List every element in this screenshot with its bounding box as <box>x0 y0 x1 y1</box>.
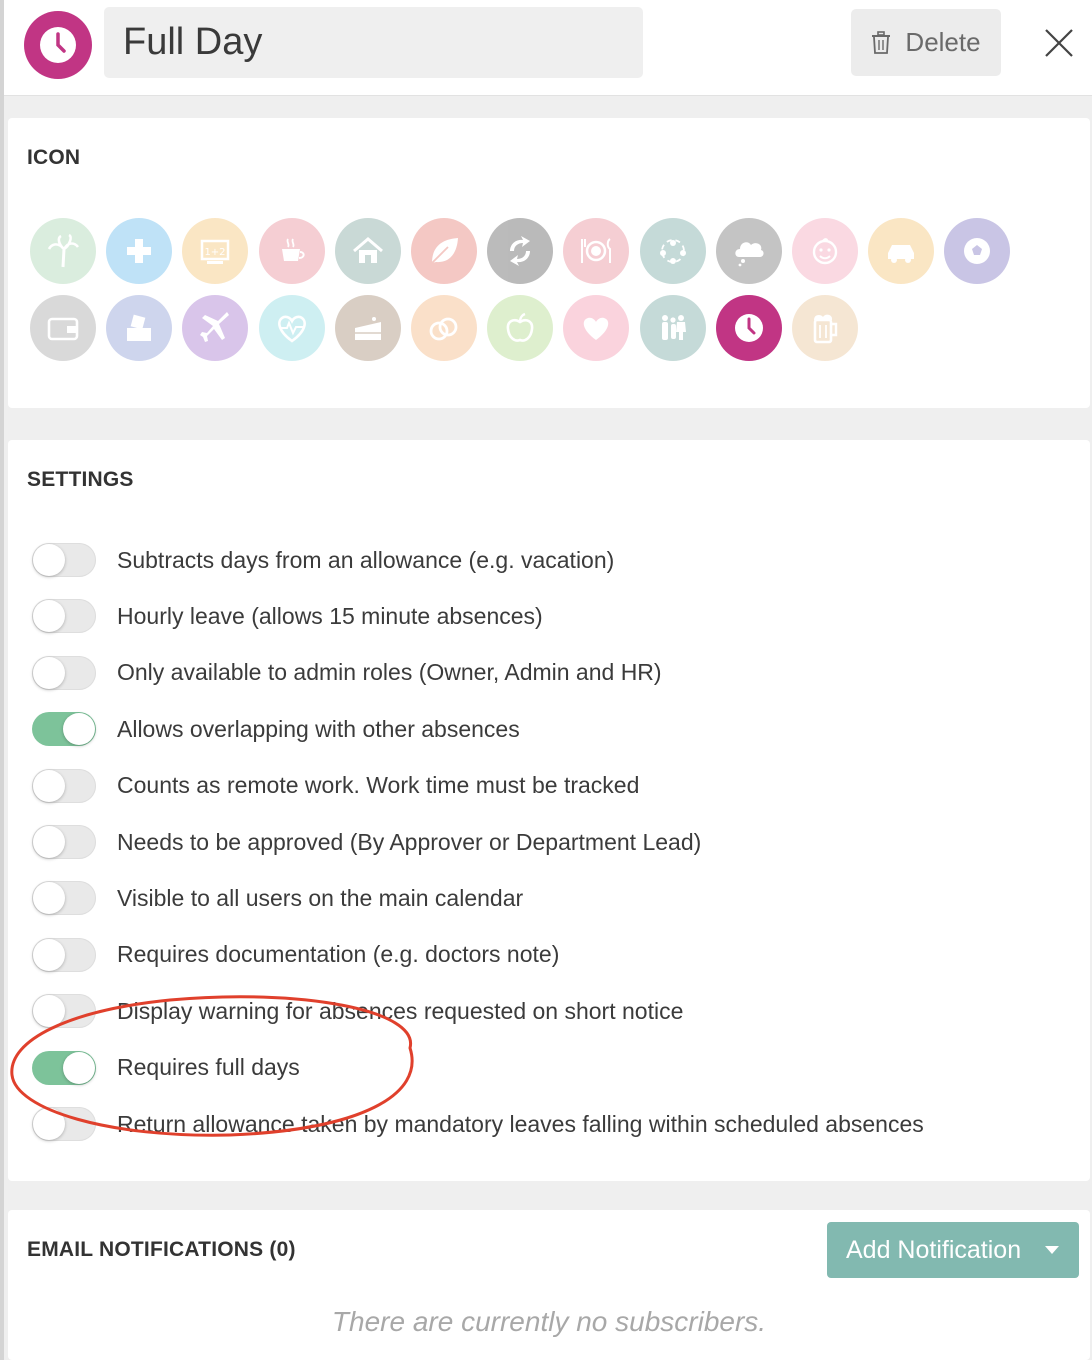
airplane-icon[interactable] <box>182 295 249 361</box>
baby-icon[interactable] <box>792 218 858 284</box>
setting-toggle[interactable] <box>32 655 96 690</box>
setting-label: Hourly leave (allows 15 minute absences) <box>117 602 543 629</box>
header-clock-icon[interactable] <box>24 11 92 79</box>
home-icon[interactable] <box>334 218 401 284</box>
setting-toggle[interactable] <box>32 1050 96 1085</box>
add-notification-button[interactable]: Add Notification <box>827 1222 1079 1278</box>
team-icon[interactable] <box>639 218 706 284</box>
heartbeat-icon[interactable] <box>258 295 325 361</box>
toggle-knob <box>33 938 65 971</box>
heart-icon[interactable] <box>563 295 630 361</box>
setting-label: Needs to be approved (By Approver or Dep… <box>117 828 702 855</box>
education-icon[interactable]: 1+2 <box>182 218 249 284</box>
toggle-knob <box>33 995 65 1028</box>
close-icon[interactable] <box>1040 24 1078 62</box>
medical-cross-icon[interactable] <box>106 218 173 284</box>
setting-row: Counts as remote work. Work time must be… <box>32 766 639 806</box>
setting-row: Display warning for absences requested o… <box>32 991 683 1031</box>
setting-toggle[interactable] <box>32 994 96 1029</box>
setting-label: Display warning for absences requested o… <box>117 997 684 1024</box>
setting-label: Requires documentation (e.g. doctors not… <box>117 941 560 968</box>
toggle-knob <box>33 826 65 858</box>
email-notifications-title: EMAIL NOTIFICATIONS (0) <box>27 1238 296 1261</box>
ballot-box-icon[interactable] <box>106 295 173 361</box>
delete-button[interactable]: Delete <box>851 9 1001 76</box>
setting-toggle[interactable] <box>32 543 96 577</box>
add-notification-label: Add Notification <box>846 1235 1022 1264</box>
beer-icon[interactable] <box>792 295 858 361</box>
icon-section-title: ICON <box>27 146 81 169</box>
setting-row: Requires full days <box>32 1048 300 1088</box>
panel-edge <box>0 0 4 1360</box>
cloud-icon[interactable] <box>715 218 782 284</box>
setting-label: Visible to all users on the main calenda… <box>117 884 524 911</box>
dining-icon[interactable] <box>563 218 630 284</box>
leaf-icon[interactable] <box>411 218 477 284</box>
settings-section: SETTINGS Subtracts days from an allowanc… <box>8 440 1090 1181</box>
email-notifications-section: EMAIL NOTIFICATIONS (0) Add Notification… <box>8 1210 1090 1360</box>
caret-down-icon <box>1045 1246 1059 1254</box>
toggle-knob <box>33 656 65 689</box>
toggle-knob <box>63 713 95 746</box>
setting-toggle[interactable] <box>32 599 96 634</box>
delete-label: Delete <box>905 27 981 57</box>
cake-icon[interactable] <box>334 295 401 361</box>
setting-label: Allows overlapping with other absences <box>117 715 520 742</box>
toggle-knob <box>33 1108 65 1140</box>
setting-row: Only available to admin roles (Owner, Ad… <box>32 653 662 693</box>
clock-icon[interactable] <box>715 295 782 361</box>
car-icon[interactable] <box>868 218 935 284</box>
setting-toggle[interactable] <box>32 881 96 916</box>
header: Full Day Delete <box>4 0 1092 96</box>
toggle-knob <box>63 1051 95 1084</box>
title-input[interactable]: Full Day <box>104 7 643 78</box>
family-icon[interactable] <box>639 295 706 361</box>
sync-icon[interactable] <box>487 218 554 284</box>
setting-row: Visible to all users on the main calenda… <box>32 878 523 918</box>
toggle-knob <box>33 600 65 633</box>
coffee-cup-icon[interactable] <box>258 218 325 284</box>
palm-tree-icon[interactable] <box>30 218 96 284</box>
rings-icon[interactable] <box>411 295 477 361</box>
setting-row: Subtracts days from an allowance (e.g. v… <box>32 540 614 580</box>
apple-icon[interactable] <box>487 295 554 361</box>
setting-toggle[interactable] <box>32 712 96 747</box>
toggle-knob <box>33 544 65 576</box>
svg-text:1+2: 1+2 <box>205 247 226 258</box>
setting-toggle[interactable] <box>32 825 96 859</box>
toggle-knob <box>33 769 65 802</box>
wallet-icon[interactable] <box>30 295 96 361</box>
setting-row: Return allowance taken by mandatory leav… <box>32 1104 924 1144</box>
empty-subscribers-message: There are currently no subscribers. <box>331 1306 767 1337</box>
setting-row: Allows overlapping with other absences <box>32 709 520 749</box>
setting-label: Return allowance taken by mandatory leav… <box>117 1110 924 1137</box>
setting-toggle[interactable] <box>32 768 96 803</box>
setting-toggle[interactable] <box>32 937 96 972</box>
settings-section-title: SETTINGS <box>27 468 134 491</box>
toggle-knob <box>33 882 65 915</box>
setting-label: Subtracts days from an allowance (e.g. v… <box>117 546 615 573</box>
setting-toggle[interactable] <box>32 1107 96 1141</box>
setting-label: Requires full days <box>117 1054 300 1081</box>
setting-row: Requires documentation (e.g. doctors not… <box>32 935 559 975</box>
soccer-ball-icon[interactable] <box>944 218 1011 284</box>
setting-row: Hourly leave (allows 15 minute absences) <box>32 596 543 636</box>
icon-section: ICON 1+2 <box>8 118 1090 408</box>
setting-label: Only available to admin roles (Owner, Ad… <box>117 659 662 686</box>
trash-icon <box>872 30 891 54</box>
setting-label: Counts as remote work. Work time must be… <box>117 772 640 799</box>
setting-row: Needs to be approved (By Approver or Dep… <box>32 822 701 862</box>
